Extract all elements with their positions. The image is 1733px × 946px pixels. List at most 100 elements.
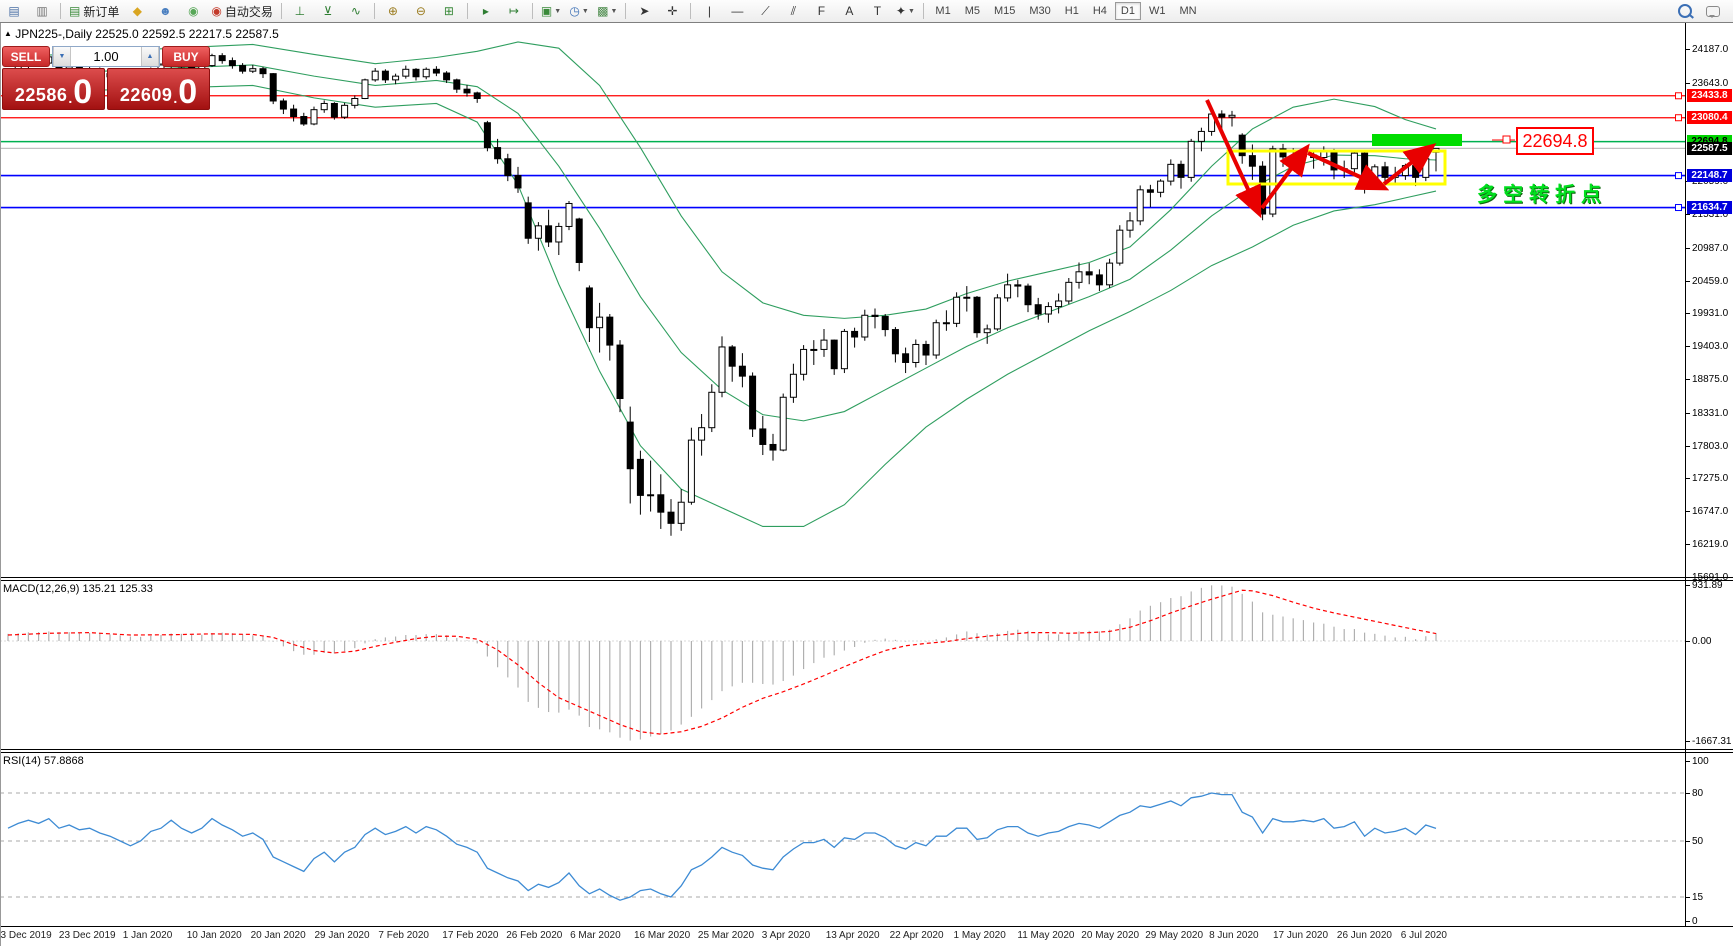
autotrading-button[interactable]: ◉自动交易 (208, 1, 276, 21)
date-label[interactable]: 29 May 2020 (1145, 930, 1203, 941)
chat-icon[interactable] (1700, 1, 1726, 21)
profiles-icon[interactable]: ▥ (29, 1, 55, 21)
price-tick: 20459.0 (1692, 276, 1732, 287)
indicators-icon-dropdown[interactable]: ▼ (610, 8, 617, 15)
ask-price-panel[interactable]: 22609.0 (107, 68, 210, 110)
date-label[interactable]: 3 Apr 2020 (762, 930, 810, 941)
toolbar-separator (532, 3, 533, 19)
price-tick: 19403.0 (1692, 341, 1732, 352)
timeframe-MN[interactable]: MN (1173, 2, 1202, 20)
text-label-icon[interactable]: T (864, 1, 890, 21)
crosshair-icon[interactable]: ✛ (659, 1, 685, 21)
volume-value[interactable]: 1.00 (71, 47, 141, 66)
line-chart-icon[interactable]: ∿ (343, 1, 369, 21)
date-label[interactable]: 11 May 2020 (1017, 930, 1074, 941)
date-label[interactable]: 16 Mar 2020 (634, 930, 690, 941)
arrows-icon-dropdown[interactable]: ▼ (908, 8, 915, 15)
market-icon[interactable]: ◆ (124, 1, 150, 21)
volume-up-button[interactable]: ▲ (141, 47, 159, 66)
date-label[interactable]: 29 Jan 2020 (315, 930, 370, 941)
green-zone-rect (1372, 134, 1462, 146)
date-label[interactable]: 17 Jun 2020 (1273, 930, 1328, 941)
date-label[interactable]: 1 Jan 2020 (123, 930, 173, 941)
ask-pips: 0 (178, 78, 197, 106)
toolbar: ▤▥▤新订单◆☻◉◉自动交易⊥⊻∿⊕⊖⊞▸↦▣▼◷▼▩▼➤✛|—⟋⫽FAT✦▼ … (0, 0, 1733, 23)
candlestick-icon[interactable]: ⊻ (315, 1, 341, 21)
period-icon-dropdown[interactable]: ▼ (582, 8, 589, 15)
auto-scroll-icon[interactable]: ▸ (473, 1, 499, 21)
chart-canvas[interactable] (0, 0, 1733, 946)
timeframe-H1[interactable]: H1 (1059, 2, 1085, 20)
date-label[interactable]: 6 Mar 2020 (570, 930, 621, 941)
auto-scroll-icon: ▸ (483, 5, 489, 17)
line-anchor (1676, 205, 1682, 211)
channel-icon[interactable]: ⫽ (780, 1, 806, 21)
date-label[interactable]: 22 Apr 2020 (890, 930, 944, 941)
text-icon[interactable]: A (836, 1, 862, 21)
trendline-icon[interactable]: ⟋ (752, 1, 778, 21)
vertical-line-icon[interactable]: | (696, 1, 722, 21)
date-label[interactable]: 6 Jul 2020 (1401, 930, 1447, 941)
date-label[interactable]: 20 Jan 2020 (251, 930, 306, 941)
fibonacci-icon[interactable]: F (808, 1, 834, 21)
macd-histogram (8, 585, 1436, 740)
bollinger-lower (8, 85, 1436, 526)
trendline-icon: ⟋ (761, 5, 769, 17)
price-tick: 24187.0 (1692, 44, 1732, 55)
community-icon[interactable]: ☻ (152, 1, 178, 21)
date-label[interactable]: 23 Dec 2019 (59, 930, 116, 941)
timeframe-D1[interactable]: D1 (1115, 2, 1141, 20)
new-order-button[interactable]: ▤新订单 (66, 1, 122, 21)
price-badge-22587.5: 22587.5 (1687, 142, 1732, 155)
bid-price-panel[interactable]: 22586.0 (2, 68, 105, 110)
arrows-icon: ✦ (896, 5, 906, 17)
rsi-line (8, 793, 1436, 900)
signals-icon[interactable]: ◉ (180, 1, 206, 21)
timeframe-M1[interactable]: M1 (929, 2, 956, 20)
timeframe-M5[interactable]: M5 (959, 2, 986, 20)
annotation-note-text[interactable]: 多空转折点 (1477, 178, 1607, 207)
date-label[interactable]: 17 Feb 2020 (442, 930, 498, 941)
toolbar-separator (467, 3, 468, 19)
date-label[interactable]: 1 May 2020 (954, 930, 1006, 941)
templates-icon[interactable]: ▣▼ (538, 1, 564, 21)
buy-button[interactable]: BUY (162, 46, 210, 67)
volume-stepper[interactable]: ▼ 1.00 ▲ (52, 46, 160, 67)
date-label[interactable]: 25 Mar 2020 (698, 930, 754, 941)
zoom-out-icon[interactable]: ⊖ (408, 1, 434, 21)
date-label[interactable]: 26 Feb 2020 (506, 930, 562, 941)
templates-icon-dropdown[interactable]: ▼ (554, 8, 561, 15)
zoom-in-icon: ⊕ (388, 5, 398, 17)
price-callout-label[interactable]: 22694.8 (1516, 127, 1594, 155)
date-label[interactable]: 13 Apr 2020 (826, 930, 880, 941)
macd-tick: 0.00 (1692, 636, 1732, 647)
tile-windows-icon[interactable]: ⊞ (436, 1, 462, 21)
horizontal-line-icon: — (731, 5, 743, 17)
sell-button[interactable]: SELL (2, 46, 50, 67)
timeframe-H4[interactable]: H4 (1087, 2, 1113, 20)
crosshair-icon: ✛ (667, 5, 677, 17)
date-label[interactable]: 26 Jun 2020 (1337, 930, 1392, 941)
horizontal-line-icon[interactable]: — (724, 1, 750, 21)
date-label[interactable]: 13 Dec 2019 (0, 930, 52, 941)
price-badge-23080.4: 23080.4 (1687, 111, 1732, 124)
indicators-icon[interactable]: ▩▼ (594, 1, 620, 21)
date-label[interactable]: 10 Jan 2020 (187, 930, 242, 941)
trend-arrow-3 (1308, 153, 1382, 187)
cursor-icon[interactable]: ➤ (631, 1, 657, 21)
timeframe-M15[interactable]: M15 (988, 2, 1021, 20)
chart-shift-icon[interactable]: ↦ (501, 1, 527, 21)
date-label[interactable]: 8 Jun 2020 (1209, 930, 1259, 941)
arrows-icon[interactable]: ✦▼ (892, 1, 918, 21)
zoom-in-icon[interactable]: ⊕ (380, 1, 406, 21)
timeframe-W1[interactable]: W1 (1143, 2, 1172, 20)
search-icon[interactable] (1672, 1, 1698, 21)
new-chart-icon[interactable]: ▤ (1, 1, 27, 21)
date-label[interactable]: 7 Feb 2020 (378, 930, 429, 941)
timeframe-M30[interactable]: M30 (1023, 2, 1056, 20)
period-icon[interactable]: ◷▼ (566, 1, 592, 21)
zoom-out-icon: ⊖ (416, 5, 426, 17)
volume-down-button[interactable]: ▼ (53, 47, 71, 66)
bar-chart-icon[interactable]: ⊥ (287, 1, 313, 21)
date-label[interactable]: 20 May 2020 (1081, 930, 1139, 941)
